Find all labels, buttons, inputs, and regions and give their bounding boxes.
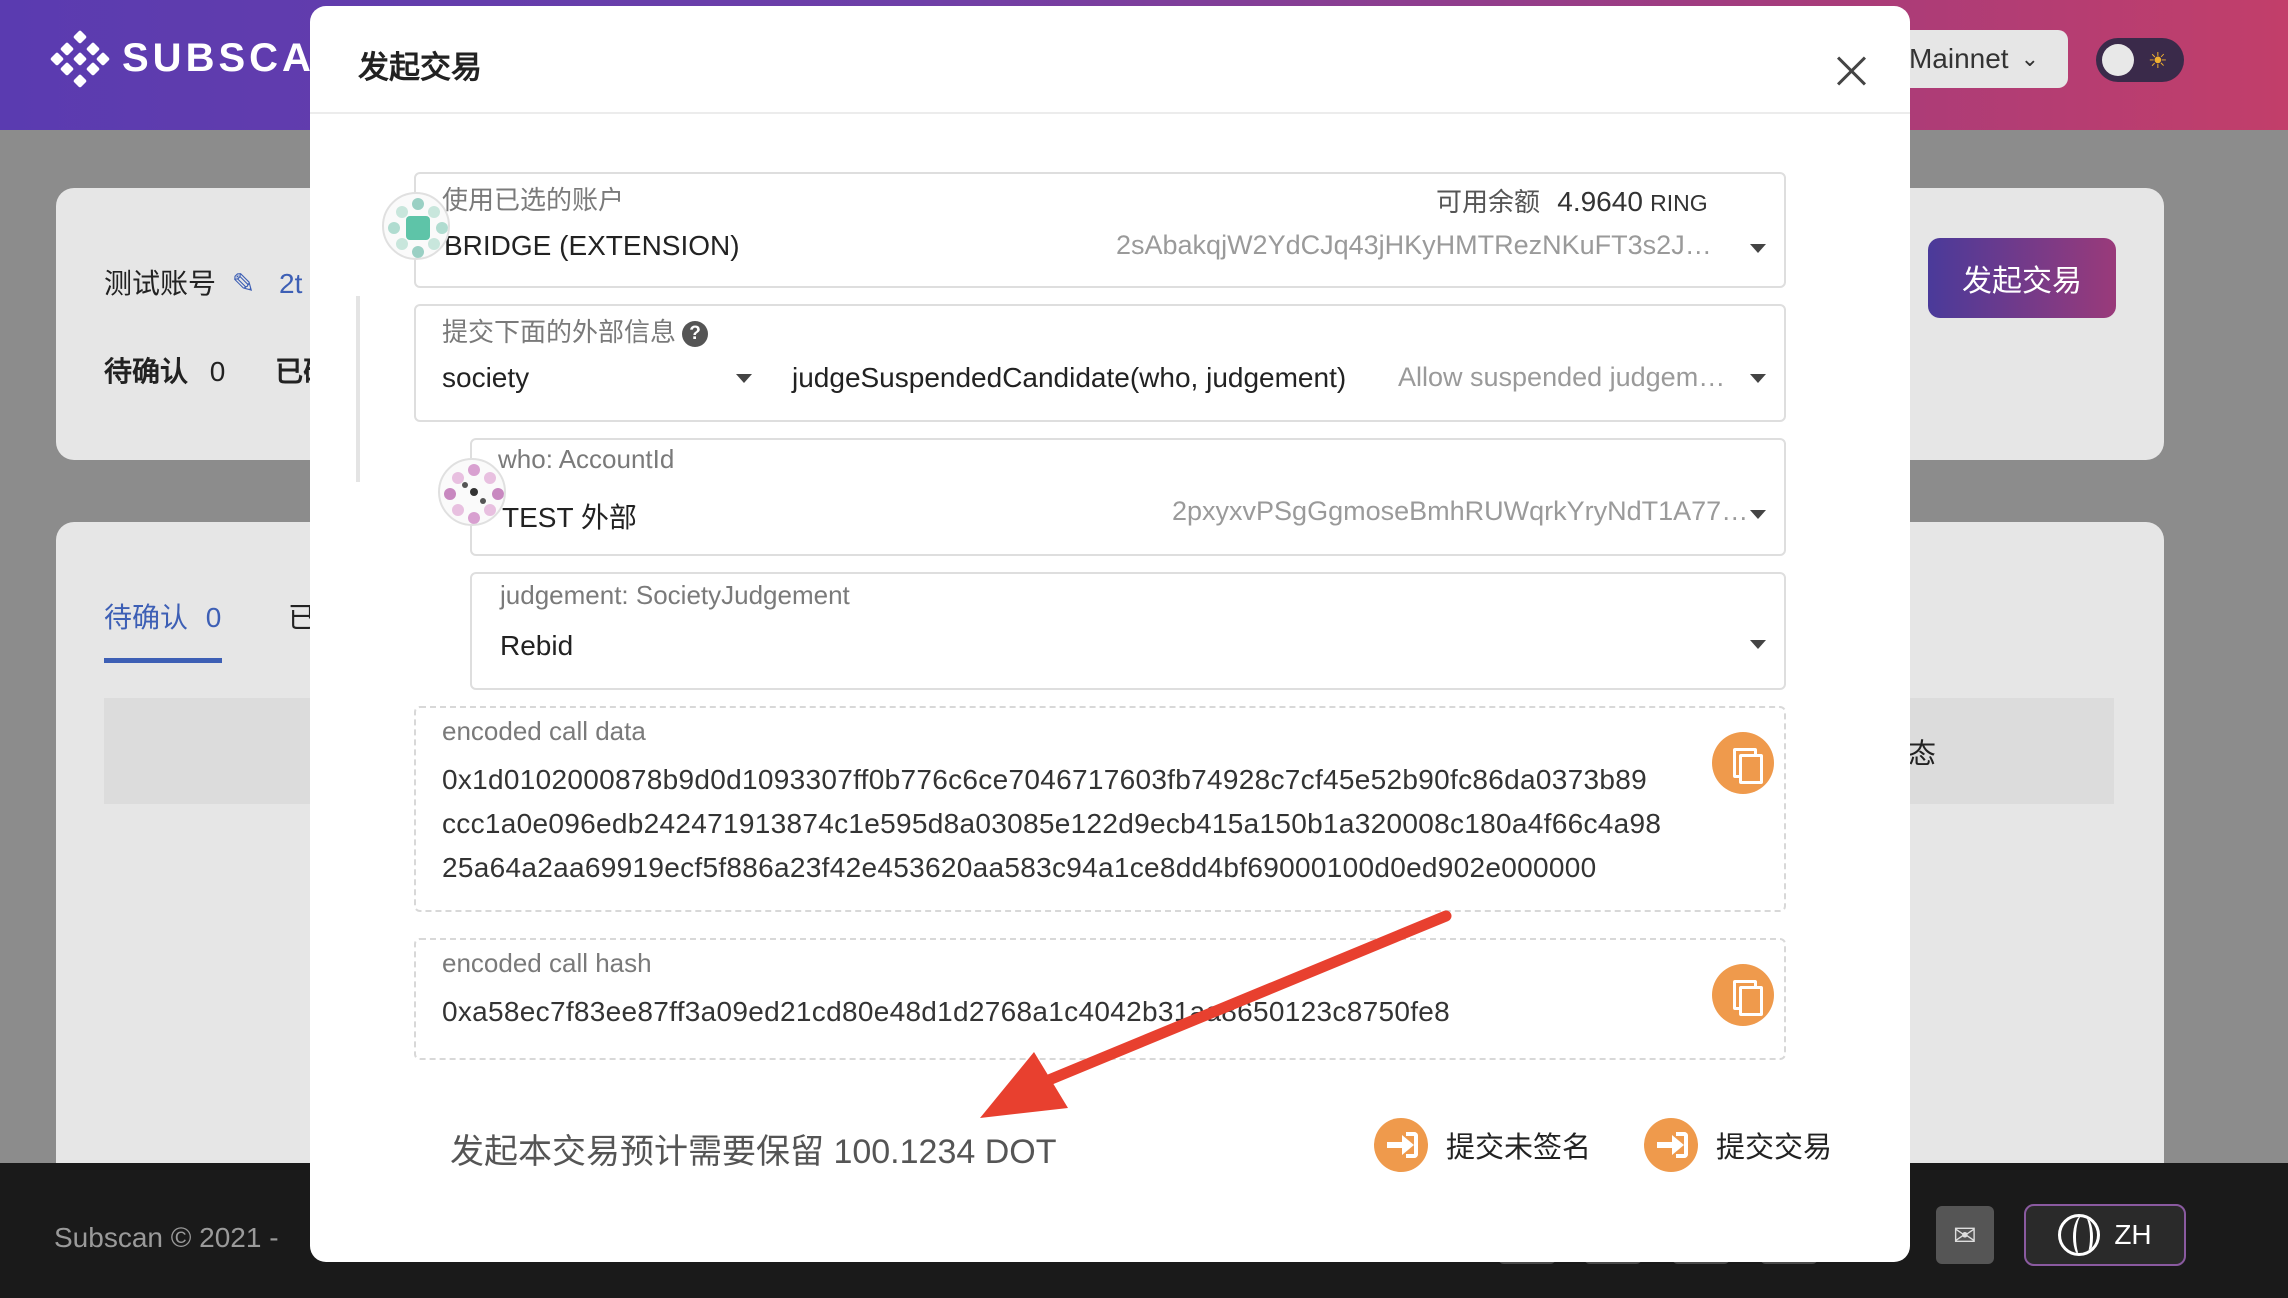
network-label: Mainnet xyxy=(1908,43,2009,74)
modal-header: 发起交易 xyxy=(310,6,1910,114)
submit-unsigned-label: 提交未签名 xyxy=(1446,1132,1592,1164)
chevron-down-icon xyxy=(1750,244,1766,253)
param-who-selector[interactable]: who: AccountId TEST 外部 2pxyxvPSgGgmoseBm… xyxy=(470,438,1786,556)
encoded-call-data-label: encoded call data xyxy=(442,716,646,746)
transaction-modal: 发起交易 使用已选的账户 可用余额 4.9640 RING BRIDGE (EX… xyxy=(310,6,1910,1262)
encoded-call-hash-value: 0xa58ec7f83ee87ff3a09ed21cd80e48d1d2768a… xyxy=(442,996,1451,1027)
param-judgement-label: judgement: SocietyJudgement xyxy=(500,580,850,610)
footer-copyright: Subscan © 2021 - xyxy=(54,1222,279,1253)
language-selector[interactable]: ZH xyxy=(2024,1204,2186,1266)
chevron-down-icon xyxy=(736,374,752,383)
help-icon[interactable]: ? xyxy=(682,321,709,348)
call-doc: Allow suspended judgemen... xyxy=(1398,362,1738,392)
account-address: 2sAbakqjW2YdCJq43jHKyHMTRezNKuFT3s2JU... xyxy=(1116,230,1716,260)
account-name: BRIDGE (EXTENSION) xyxy=(444,230,740,261)
encoded-call-hash-box: encoded call hash 0xa58ec7f83ee87ff3a09e… xyxy=(414,938,1786,1060)
encoded-call-data-box: encoded call data 0x1d0102000878b9d0d109… xyxy=(414,706,1786,912)
chevron-down-icon: ⌄ xyxy=(2020,46,2040,71)
copy-icon[interactable] xyxy=(1712,964,1774,1026)
submit-transaction-button[interactable]: 提交交易 xyxy=(1644,1118,1832,1172)
submit-transaction-label: 提交交易 xyxy=(1716,1132,1833,1164)
subscan-logo-icon xyxy=(49,29,111,89)
param-who-name: TEST 外部 xyxy=(502,502,637,533)
balance-display: 可用余额 4.9640 RING xyxy=(1436,186,1708,217)
submit-unsigned-button[interactable]: 提交未签名 xyxy=(1374,1118,1591,1172)
encoded-call-hash-label: encoded call hash xyxy=(442,948,652,978)
call-select[interactable]: judgeSuspendedCandidate(who, judgement) xyxy=(792,362,1346,394)
param-judgement-select[interactable]: judgement: SocietyJudgement Rebid xyxy=(470,572,1786,690)
extrinsic-label: 提交下面的外部信息? xyxy=(442,312,709,349)
params-rail xyxy=(356,296,360,482)
launch-transaction-button[interactable]: 发起交易 xyxy=(1928,238,2116,318)
param-judgement-value: Rebid xyxy=(500,630,574,661)
submit-icon xyxy=(1374,1118,1428,1172)
account-selector[interactable]: 使用已选的账户 可用余额 4.9640 RING BRIDGE (EXTENSI… xyxy=(414,172,1786,288)
chevron-down-icon xyxy=(1750,640,1766,649)
theme-toggle[interactable]: ☀ xyxy=(2096,38,2184,82)
globe-icon xyxy=(2058,1214,2101,1256)
reserve-note: 发起本交易预计需要保留 100.1234 DOT xyxy=(450,1133,1057,1171)
encoded-call-data-line: 25a64a2aa69919ecf5f886a23f42e453620aa583… xyxy=(442,852,1597,883)
encoded-call-data-line: ccc1a0e096edb242471913874c1e595d8a03085e… xyxy=(442,808,1662,839)
account-selector-label: 使用已选的账户 xyxy=(442,185,625,215)
copy-icon[interactable] xyxy=(1712,732,1774,794)
close-icon[interactable] xyxy=(1832,52,1872,92)
module-select[interactable]: society xyxy=(442,362,529,394)
modal-title: 发起交易 xyxy=(358,50,482,85)
encoded-call-data-line: 0x1d0102000878b9d0d1093307ff0b776c6ce704… xyxy=(442,764,1648,795)
who-avatar-icon xyxy=(438,458,506,526)
chevron-down-icon xyxy=(1750,374,1766,383)
brand-logo[interactable]: SUBSCAN xyxy=(49,29,348,89)
extrinsic-selector: 提交下面的外部信息? society judgeSuspendedCandida… xyxy=(414,304,1786,422)
param-who-address: 2pxyxvPSgGgmoseBmhRUWqrkYryNdT1A774... xyxy=(1172,496,1752,526)
edit-icon[interactable]: ✎ xyxy=(232,268,255,299)
sun-icon: ☀ xyxy=(2148,48,2168,73)
account-avatar-icon xyxy=(382,192,450,260)
language-label: ZH xyxy=(2114,1219,2152,1250)
mail-icon[interactable]: ✉ xyxy=(1936,1206,1994,1264)
chevron-down-icon xyxy=(1750,510,1766,519)
test-account-label: 测试账号 ✎ 2t xyxy=(104,268,303,299)
submit-icon xyxy=(1644,1118,1698,1172)
tab-pending[interactable]: 待确认 0 xyxy=(104,596,222,663)
pending-summary: 待确认 0 已确 xyxy=(104,356,332,387)
table-col-status: 态 xyxy=(1908,738,1937,769)
param-who-label: who: AccountId xyxy=(498,444,675,474)
